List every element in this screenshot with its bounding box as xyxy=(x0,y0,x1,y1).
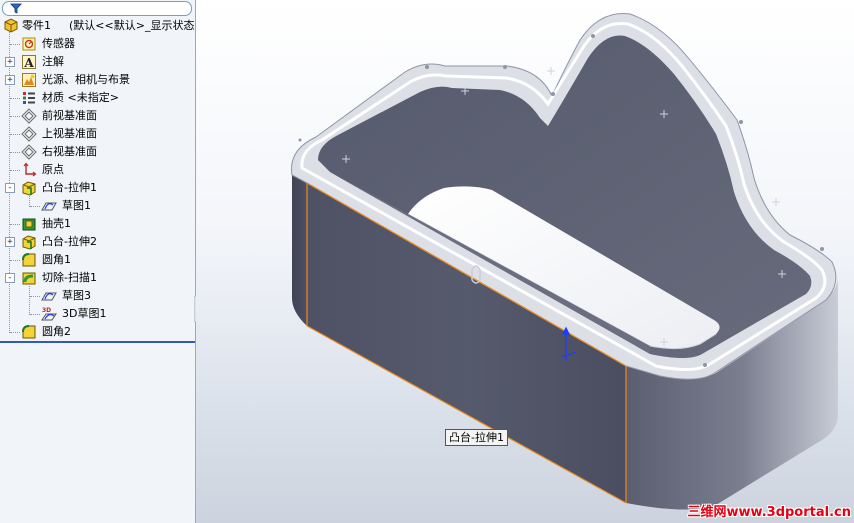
boss-extrude-icon xyxy=(22,181,36,196)
display-state: (默认<<默认>_显示状态 xyxy=(69,19,195,32)
shell-icon xyxy=(22,218,36,231)
tree-item-annotations[interactable]: + A 注解 xyxy=(0,53,195,71)
part-icon xyxy=(4,18,18,33)
tree-item-boss-extrude2[interactable]: + 凸台-拉伸2 xyxy=(0,233,195,251)
tree-item-origin[interactable]: 原点 xyxy=(0,161,195,179)
tree-root-part[interactable]: 零件1 (默认<<默认>_显示状态 xyxy=(0,17,195,35)
part-model[interactable] xyxy=(196,0,854,523)
collapse-toggle[interactable]: - xyxy=(5,183,15,193)
feature-manager-tree: 零件1 (默认<<默认>_显示状态 传感器 + A 注解 + 光源、相机与布景 xyxy=(0,0,196,523)
part-name: 零件1 xyxy=(22,19,51,32)
graphics-viewport[interactable]: 凸台-拉伸1 三维网www.3dportal.cn xyxy=(196,0,854,523)
collapse-toggle[interactable]: - xyxy=(5,273,15,283)
plane-icon xyxy=(21,126,37,142)
sketch-icon xyxy=(41,292,57,301)
tree-item-top-plane[interactable]: 上视基准面 xyxy=(0,125,195,143)
material-icon xyxy=(23,92,35,104)
boss-extrude-icon xyxy=(22,235,36,250)
origin-icon xyxy=(23,162,37,177)
sensor-icon xyxy=(22,37,36,51)
tree-item-sketch3[interactable]: 草图3 xyxy=(0,287,195,305)
tree-item-boss-extrude1[interactable]: - 凸台-拉伸1 xyxy=(0,179,195,197)
tree-item-shell1[interactable]: 抽壳1 xyxy=(0,215,195,233)
svg-text:3D: 3D xyxy=(42,307,51,314)
annotation-icon: A xyxy=(22,55,36,70)
3d-sketch-icon: 3D xyxy=(41,307,57,321)
tree-item-cut-sweep1[interactable]: - 切除-扫描1 xyxy=(0,269,195,287)
expand-toggle[interactable]: + xyxy=(5,237,15,247)
tree-item-3d-sketch1[interactable]: 3D 3D草图1 xyxy=(0,305,195,323)
rollback-bar[interactable] xyxy=(0,341,195,343)
left-side-face xyxy=(291,172,307,326)
tree-item-right-plane[interactable]: 右视基准面 xyxy=(0,143,195,161)
fillet-icon xyxy=(22,253,36,267)
tree-item-fillet1[interactable]: 圆角1 xyxy=(0,251,195,269)
tree-item-fillet2[interactable]: 圆角2 xyxy=(0,323,195,341)
expand-toggle[interactable]: + xyxy=(5,57,15,67)
cut-sweep-icon xyxy=(22,272,36,285)
fillet-icon xyxy=(22,325,36,339)
feature-tooltip: 凸台-拉伸1 xyxy=(445,429,508,446)
watermark: 三维网www.3dportal.cn xyxy=(687,505,851,520)
sketch-icon xyxy=(41,202,57,211)
filter-icon xyxy=(10,3,22,14)
tree-item-front-plane[interactable]: 前视基准面 xyxy=(0,107,195,125)
expand-toggle[interactable]: + xyxy=(5,75,15,85)
plane-icon xyxy=(21,108,37,124)
tree-item-material[interactable]: 材质 <未指定> xyxy=(0,89,195,107)
tree-item-sensors[interactable]: 传感器 xyxy=(0,35,195,53)
tree-item-lights-cameras-scene[interactable]: + 光源、相机与布景 xyxy=(0,71,195,89)
plane-icon xyxy=(21,144,37,160)
tree-item-sketch1[interactable]: 草图1 xyxy=(0,197,195,215)
svg-text:A: A xyxy=(23,56,34,70)
tree-filter-bar[interactable] xyxy=(2,1,192,16)
lights-cameras-icon xyxy=(22,73,36,87)
